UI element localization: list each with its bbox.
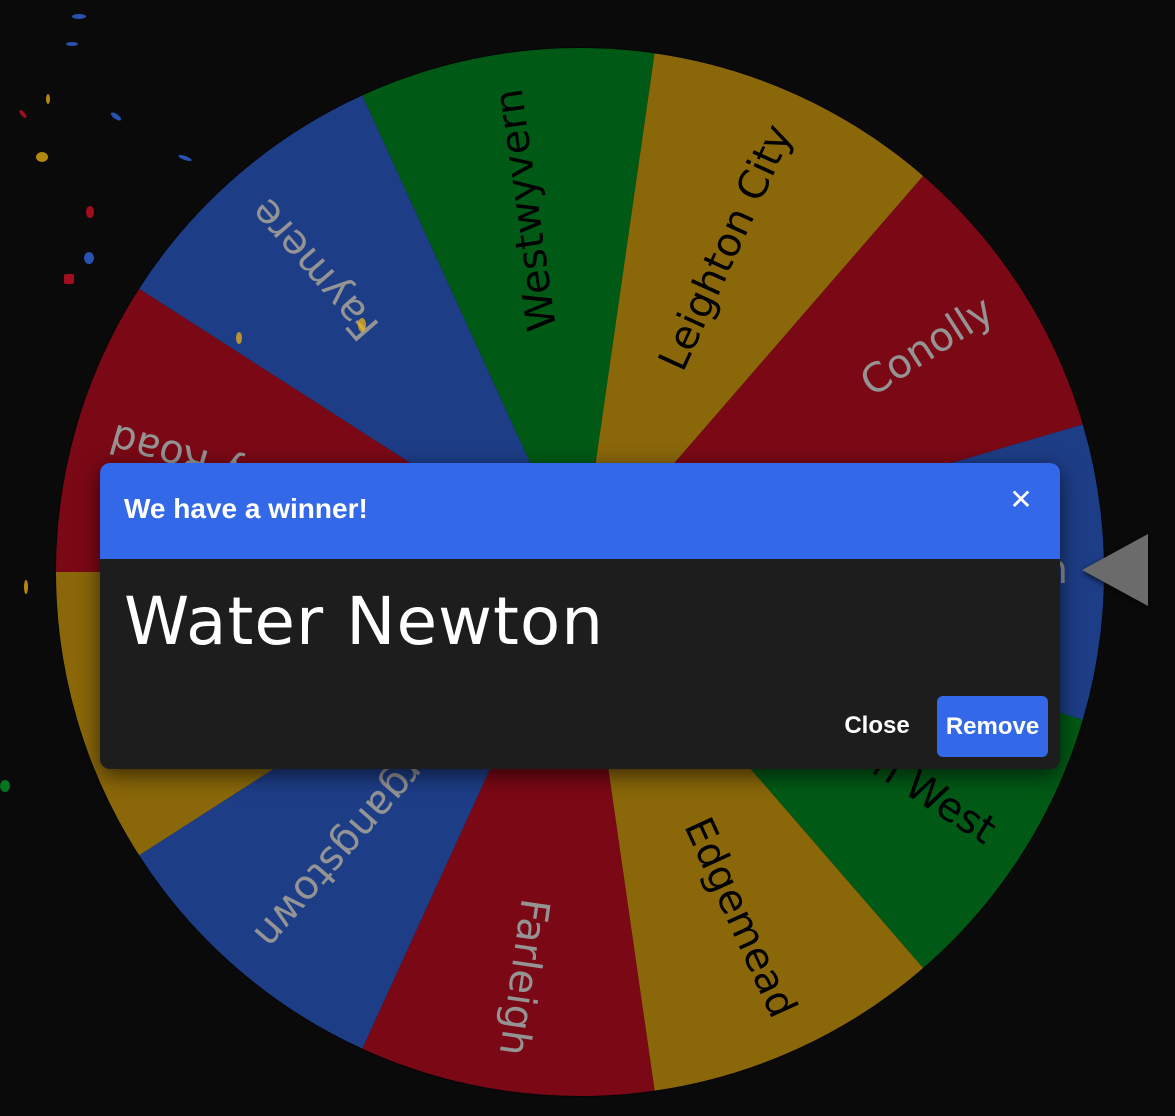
spinner-stage: Water NewtonLeighton WestEdgemeadFarleig…: [0, 0, 1175, 1116]
winner-name: Water Newton: [124, 583, 605, 660]
confetti-piece: [24, 580, 28, 594]
confetti-piece: [36, 152, 48, 162]
close-button[interactable]: Close: [832, 696, 922, 756]
winner-dialog-header: We have a winner! ✕: [100, 463, 1060, 559]
close-icon[interactable]: ✕: [1004, 483, 1038, 517]
confetti-piece: [84, 252, 94, 264]
wheel-pointer-icon: [1082, 534, 1148, 606]
confetti-piece: [46, 94, 50, 104]
confetti-piece: [358, 318, 366, 332]
remove-button[interactable]: Remove: [937, 696, 1048, 757]
winner-dialog: We have a winner! ✕ Water Newton Close R…: [100, 463, 1060, 769]
confetti-piece: [86, 206, 94, 218]
confetti-piece: [72, 14, 86, 19]
confetti-piece: [64, 274, 74, 284]
confetti-piece: [66, 42, 78, 46]
confetti-piece: [236, 332, 242, 344]
confetti-piece: [0, 780, 10, 792]
winner-dialog-title: We have a winner!: [124, 493, 368, 524]
